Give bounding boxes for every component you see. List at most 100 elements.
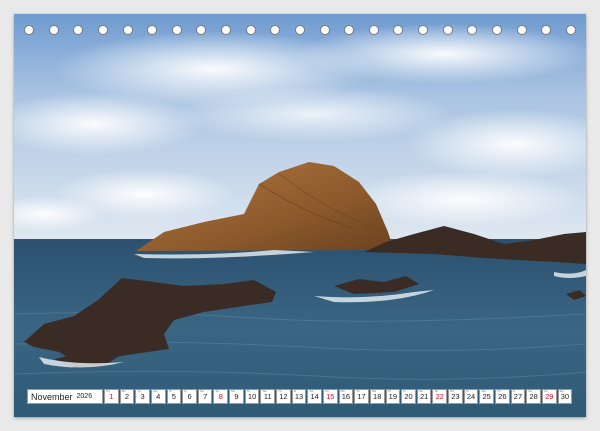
- weekday-label: Sa: [528, 389, 532, 393]
- weekday-label: Mo: [450, 389, 455, 393]
- day-cell: Tu 24: [463, 389, 479, 404]
- binding-ring-icon: [541, 25, 552, 35]
- binding-ring-icon: [393, 25, 404, 35]
- month-label-box: November 2026: [27, 389, 103, 404]
- binding-ring-icon: [122, 25, 133, 35]
- weekday-label: Mo: [340, 389, 345, 393]
- weekday-label: Fr: [293, 389, 297, 393]
- day-number: 4: [156, 392, 161, 401]
- day-number: 17: [357, 392, 366, 401]
- binding-ring-icon: [294, 25, 305, 35]
- weekday-label: Mo: [121, 389, 126, 393]
- day-cell: Fr 27: [510, 389, 526, 404]
- day-cell: Su 29: [541, 389, 557, 404]
- day-number: 7: [203, 392, 208, 401]
- weekday-label: We: [481, 389, 486, 393]
- day-number: 30: [560, 392, 570, 401]
- calendar-strip: November 2026 Su 1 Mo 2 Tu 3 We 4 Th 5 Fr 6 Sa 7 Su 8 Mo…: [27, 389, 573, 404]
- weekday-label: Fr: [403, 389, 407, 393]
- day-cell: Th 26: [495, 389, 510, 404]
- binding-ring-icon: [196, 25, 207, 35]
- binding-ring-icon: [516, 25, 527, 35]
- day-cell: Mo 16: [338, 389, 354, 404]
- day-cell: Tu 10: [244, 389, 260, 404]
- day-number: 6: [187, 392, 192, 401]
- day-cell: Mo 30: [557, 389, 573, 404]
- weekday-label: Fr: [184, 389, 188, 393]
- day-cell: Fr 13: [291, 389, 307, 404]
- binding-ring-icon: [344, 25, 355, 35]
- weekday-label: Su: [215, 389, 220, 393]
- day-number: 12: [279, 392, 288, 401]
- binding-ring-icon: [467, 25, 478, 35]
- day-cell: Th 5: [166, 389, 182, 404]
- weekday-label: Su: [434, 389, 439, 393]
- weekday-label: Fr: [512, 389, 516, 393]
- day-number: 15: [326, 392, 335, 401]
- binding-ring-icon: [221, 25, 231, 35]
- day-number: 28: [529, 392, 538, 401]
- binding-ring-icon: [48, 25, 59, 35]
- binding-ring-icon: [368, 25, 379, 35]
- weekday-label: We: [371, 389, 377, 393]
- day-number: 16: [341, 392, 351, 401]
- day-cell: We 11: [260, 389, 276, 404]
- weekday-label: Mo: [231, 389, 236, 393]
- day-row: Su 1 Mo 2 Tu 3 We 4 Th 5 Fr 6 Sa 7 Su 8 Mo 9 Tu 10 We 11 Th 12 F…: [104, 389, 573, 404]
- weekday-label: We: [152, 389, 158, 393]
- weekday-label: Sa: [199, 389, 204, 393]
- day-number: 9: [234, 392, 239, 401]
- day-number: 11: [263, 392, 272, 401]
- binding-ring-icon: [24, 25, 34, 35]
- day-cell: Fr 20: [401, 389, 416, 404]
- day-cell: Mo 23: [448, 389, 463, 404]
- binding-rings: [24, 25, 576, 37]
- binding-ring-icon: [270, 25, 281, 35]
- weekday-label: Tu: [465, 389, 470, 393]
- day-cell: Tu 17: [354, 389, 369, 404]
- day-cell: Th 12: [276, 389, 291, 404]
- day-cell: Fr 6: [182, 389, 197, 404]
- day-cell: Sa 21: [416, 389, 432, 404]
- day-number: 21: [419, 392, 429, 401]
- day-number: 13: [294, 392, 304, 401]
- weekday-label: Th: [497, 389, 501, 393]
- weekday-label: Su: [106, 389, 110, 393]
- landscape-photo: [14, 14, 586, 417]
- day-cell: We 25: [479, 389, 495, 404]
- day-cell: We 18: [369, 389, 385, 404]
- binding-ring-icon: [491, 25, 502, 35]
- day-number: 22: [435, 392, 444, 401]
- month-name: November: [31, 391, 73, 402]
- weekday-label: Sa: [309, 389, 313, 393]
- day-cell: Su 22: [432, 389, 448, 404]
- day-cell: Sa 28: [526, 389, 541, 404]
- day-cell: Th 19: [385, 389, 401, 404]
- weekday-label: Su: [543, 389, 548, 393]
- day-number: 20: [404, 392, 413, 401]
- year-label: 2026: [76, 393, 93, 400]
- day-cell: Sa 14: [307, 389, 322, 404]
- day-number: 19: [388, 392, 398, 401]
- binding-ring-icon: [147, 25, 158, 35]
- day-number: 24: [466, 392, 476, 401]
- day-cell: Su 1: [104, 389, 119, 404]
- weekday-label: Sa: [418, 389, 423, 393]
- day-number: 1: [109, 392, 114, 401]
- day-cell: Su 8: [213, 389, 229, 404]
- day-number: 27: [513, 392, 523, 401]
- binding-ring-icon: [73, 25, 84, 35]
- weekday-label: Th: [168, 389, 173, 393]
- day-number: 2: [124, 392, 130, 401]
- day-cell: Mo 9: [229, 389, 244, 404]
- day-number: 8: [218, 392, 223, 401]
- weekday-label: Tu: [137, 389, 141, 393]
- binding-ring-icon: [418, 25, 428, 35]
- day-cell: Su 15: [322, 389, 338, 404]
- day-number: 23: [451, 392, 460, 401]
- binding-ring-icon: [565, 25, 576, 35]
- binding-ring-icon: [442, 25, 453, 35]
- day-number: 3: [140, 392, 145, 401]
- day-number: 18: [373, 392, 382, 401]
- day-cell: Mo 2: [119, 389, 135, 404]
